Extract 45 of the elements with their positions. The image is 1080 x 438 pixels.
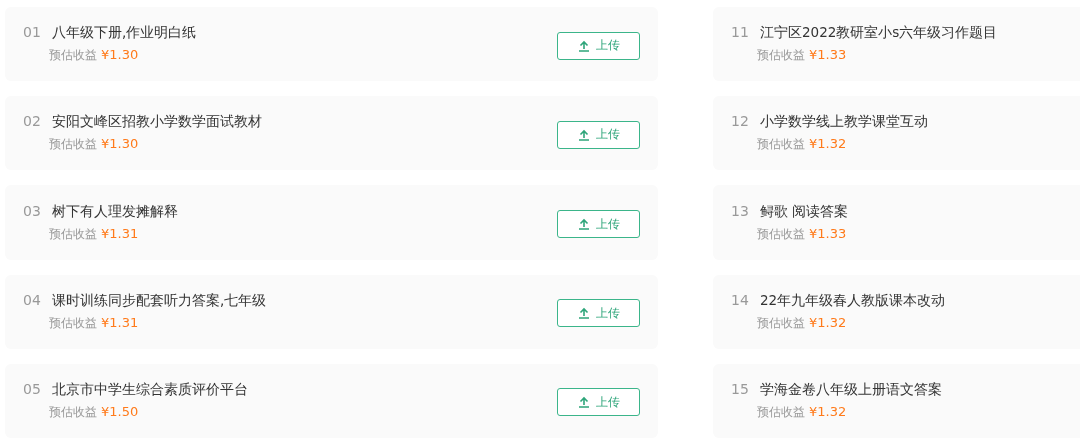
item-title[interactable]: 学海金卷八年级上册语文答案 <box>760 380 942 399</box>
earnings-label: 预估收益 <box>757 136 805 154</box>
earnings-label: 预估收益 <box>49 136 97 154</box>
item-number: 05 <box>23 380 42 397</box>
earnings-label: 预估收益 <box>757 225 805 243</box>
item-title[interactable]: 安阳文峰区招教小学数学面试教材 <box>52 113 262 132</box>
earnings-label: 预估收益 <box>757 47 805 65</box>
earnings-label: 预估收益 <box>49 47 97 65</box>
earnings-amount: ¥1.30 <box>101 136 139 152</box>
item-title[interactable]: 鲟歌 阅读答案 <box>760 202 849 221</box>
upload-icon <box>577 218 590 230</box>
earnings-amount: ¥1.50 <box>101 403 139 419</box>
earnings-amount: ¥1.32 <box>809 136 847 152</box>
earnings-amount: ¥1.33 <box>809 47 847 63</box>
earnings-label: 预估收益 <box>757 314 805 332</box>
item-number: 03 <box>23 202 42 219</box>
earnings-amount: ¥1.33 <box>809 225 847 241</box>
item-title[interactable]: 课时训练同步配套听力答案,七年级 <box>52 291 267 310</box>
item-number: 02 <box>23 113 42 130</box>
item-number: 12 <box>731 113 750 130</box>
item-number: 14 <box>731 291 750 308</box>
earnings-amount: ¥1.32 <box>809 403 847 419</box>
item-title[interactable]: 树下有人理发摊解释 <box>52 202 178 221</box>
earnings-label: 预估收益 <box>49 225 97 243</box>
item-title[interactable]: 北京市中学生综合素质评价平台 <box>52 380 248 399</box>
item-title[interactable]: 江宁区2022教研室小s六年级习作题目 <box>760 24 998 43</box>
earnings-amount: ¥1.31 <box>101 225 139 241</box>
upload-icon <box>577 39 590 52</box>
item-number: 01 <box>23 24 42 41</box>
item-title[interactable]: 小学数学线上教学课堂互动 <box>760 113 928 132</box>
earnings-amount: ¥1.30 <box>101 47 139 63</box>
earnings-amount: ¥1.32 <box>809 314 847 330</box>
item-number: 04 <box>23 291 42 308</box>
upload-icon <box>577 307 590 320</box>
item-number: 15 <box>731 380 750 397</box>
item-title[interactable]: 八年级下册,作业明白纸 <box>52 24 197 43</box>
item-title[interactable]: 22年九年级春人教版课本改动 <box>760 291 946 310</box>
item-number: 11 <box>731 24 750 41</box>
earnings-amount: ¥1.31 <box>101 314 139 330</box>
upload-icon <box>577 128 590 141</box>
earnings-label: 预估收益 <box>757 403 805 421</box>
earnings-label: 预估收益 <box>49 403 97 421</box>
earnings-label: 预估收益 <box>49 314 97 332</box>
item-number: 13 <box>731 202 750 219</box>
upload-icon <box>577 396 590 409</box>
